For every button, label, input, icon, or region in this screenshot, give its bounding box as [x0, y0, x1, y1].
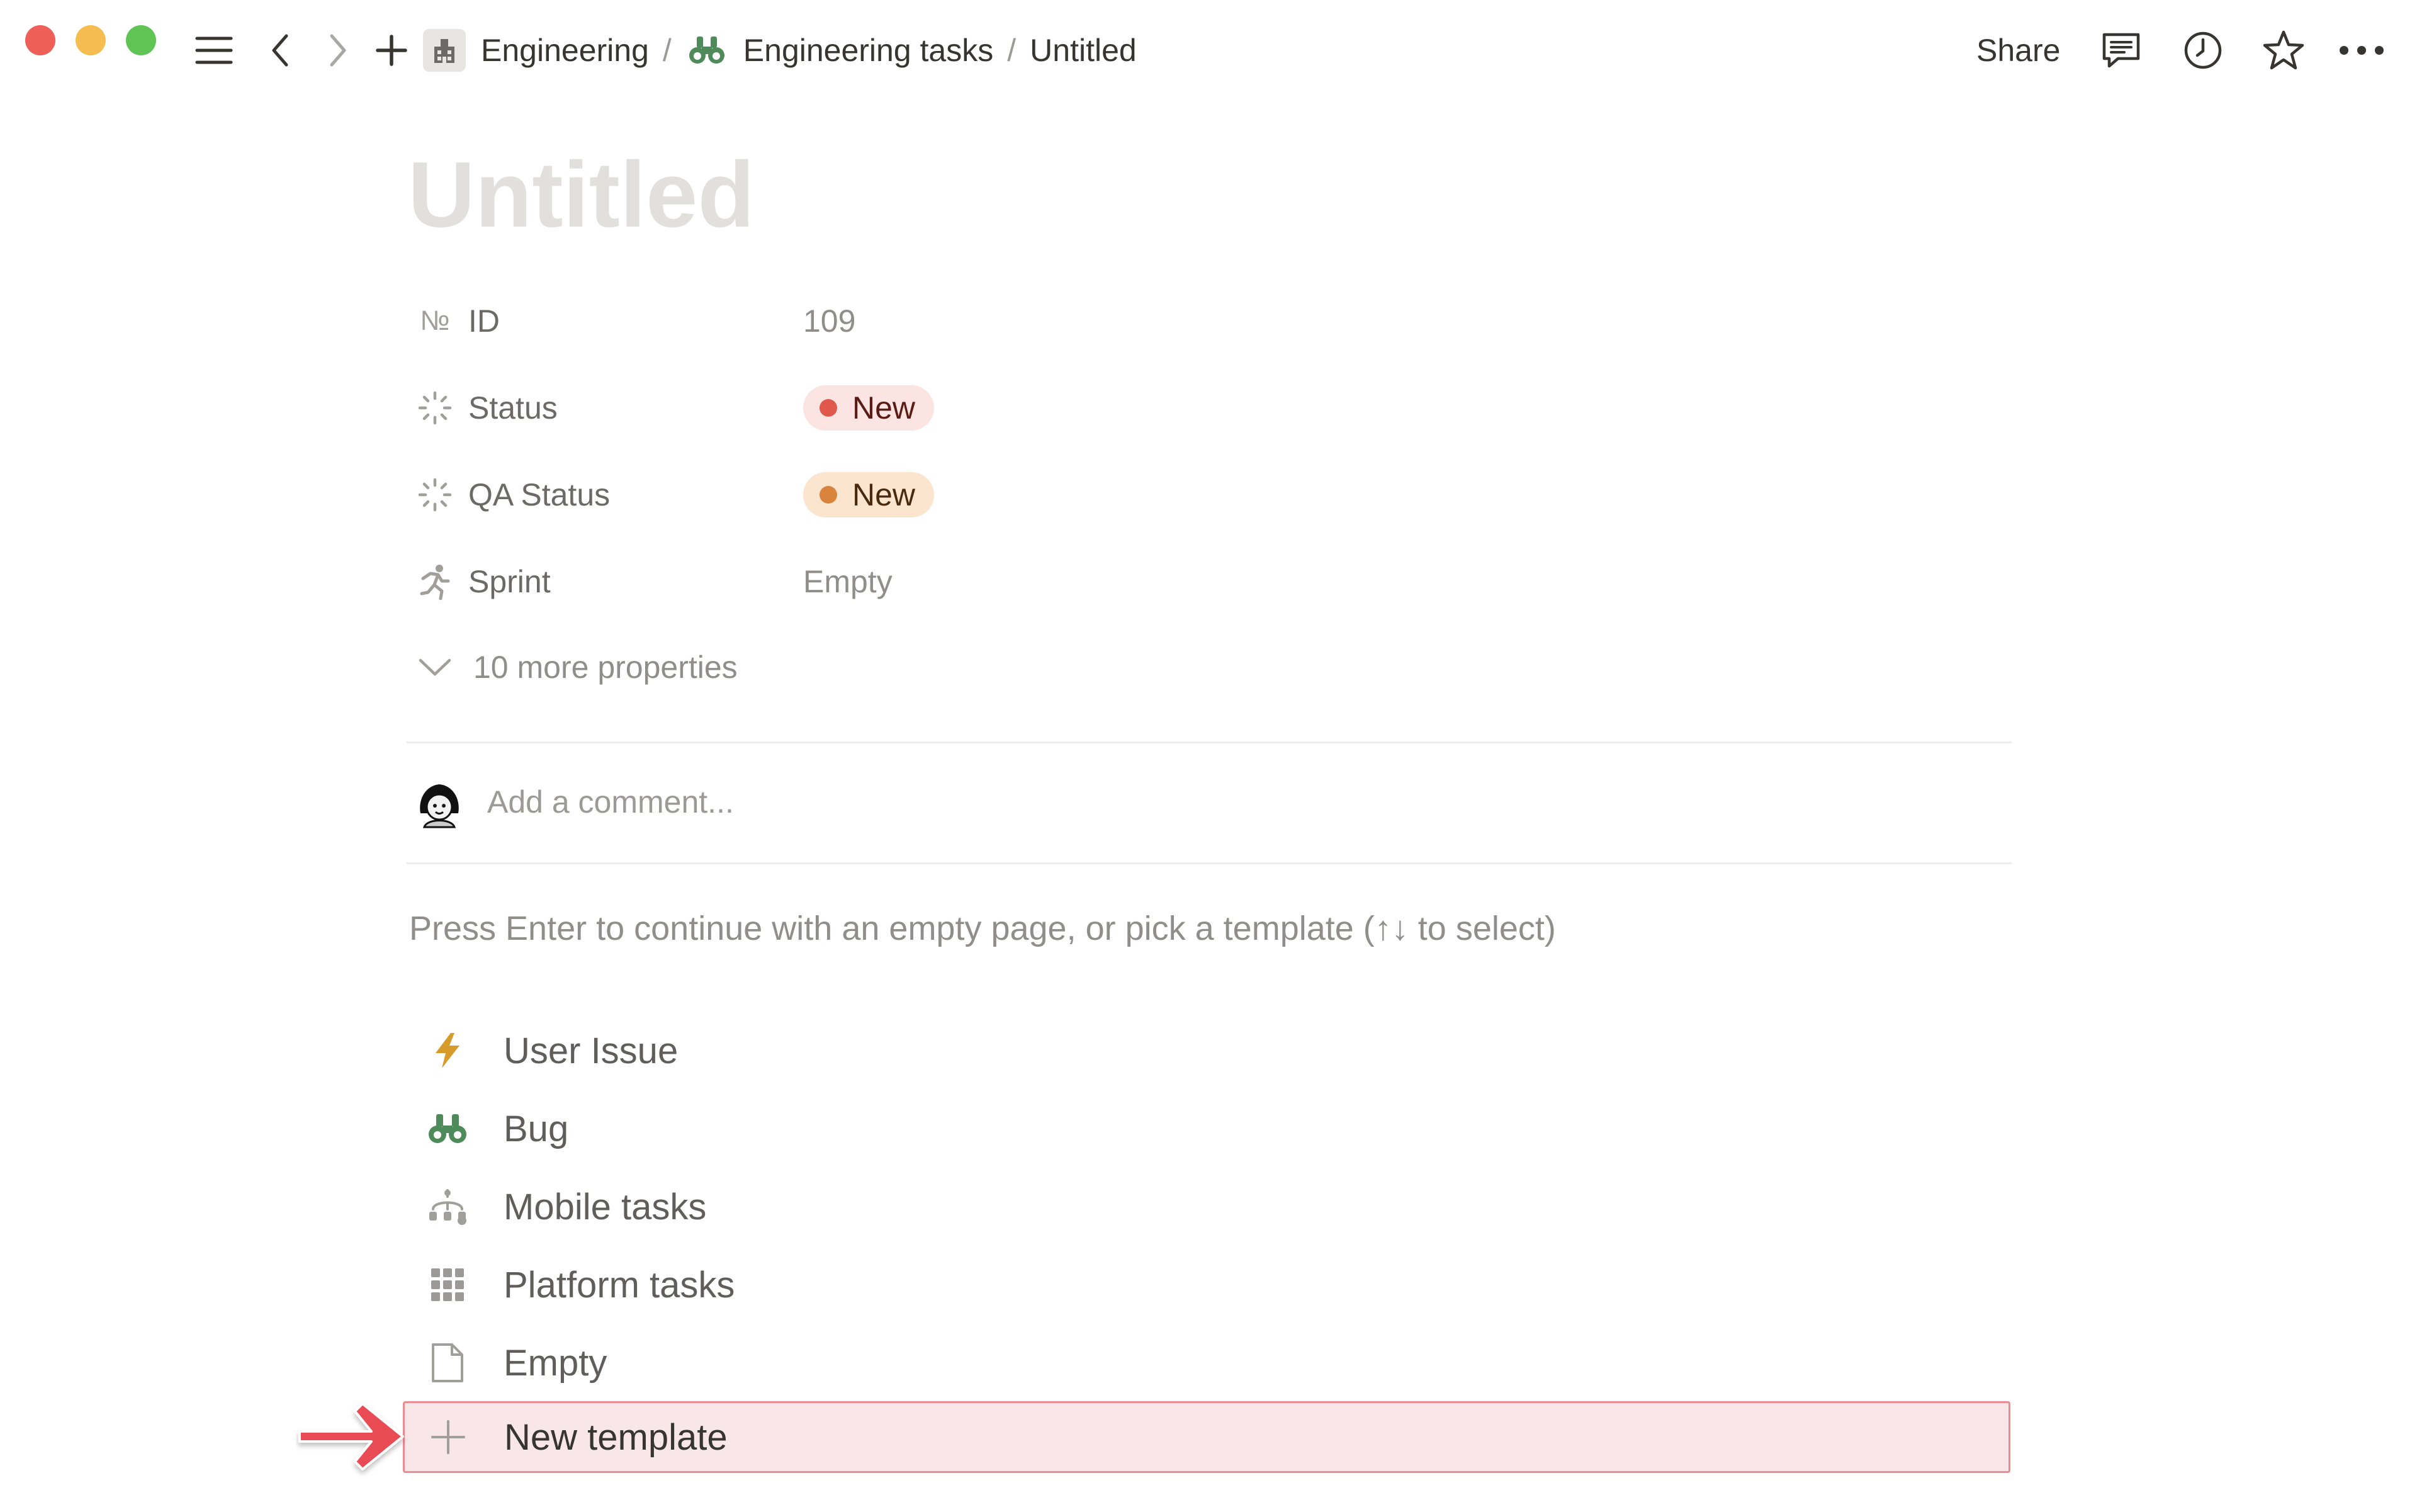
property-key: Sprint — [415, 562, 803, 601]
more-properties-label: 10 more properties — [473, 650, 738, 685]
breadcrumb-label: Untitled — [1030, 33, 1137, 68]
property-key: Status — [415, 388, 803, 427]
status-dot — [820, 486, 837, 504]
status-dot — [820, 399, 837, 417]
template-hint: Press Enter to continue with an empty pa… — [409, 910, 1556, 947]
property-row-qa-status[interactable]: QA Status New — [415, 465, 2027, 525]
breadcrumb-item-current-page[interactable]: Untitled — [1030, 32, 1137, 69]
window-close-button[interactable] — [25, 25, 55, 55]
window-maximize-button[interactable] — [126, 25, 156, 55]
breadcrumb-label: Engineering — [481, 33, 649, 68]
breadcrumb-label: Engineering tasks — [743, 33, 994, 68]
star-icon[interactable] — [2260, 28, 2307, 72]
breadcrumb: Engineering / Engineering tasks / Untitl… — [423, 28, 1137, 73]
plus-icon — [420, 1419, 476, 1455]
annotation-arrow-icon — [296, 1396, 409, 1481]
qa-status-badge[interactable]: New — [803, 472, 935, 517]
template-item-user-issue[interactable]: User Issue — [415, 1016, 2014, 1085]
plus-icon[interactable] — [373, 28, 410, 72]
document-icon — [419, 1342, 476, 1384]
history-clock-icon[interactable] — [2180, 28, 2226, 72]
breadcrumb-item-engineering[interactable]: Engineering — [423, 29, 649, 72]
template-item-mobile-tasks[interactable]: Mobile tasks — [415, 1172, 2014, 1241]
status-badge-label: New — [852, 390, 916, 426]
template-label: Platform tasks — [504, 1264, 735, 1306]
template-label: Mobile tasks — [504, 1186, 707, 1227]
lightning-icon — [419, 1032, 476, 1069]
grid-icon — [419, 1267, 476, 1302]
binoculars-icon — [419, 1112, 476, 1146]
page-title[interactable]: Untitled — [408, 138, 755, 252]
property-row-sprint[interactable]: Sprint Empty — [415, 551, 2027, 612]
template-item-platform-tasks[interactable]: Platform tasks — [415, 1250, 2014, 1319]
hierarchy-icon — [419, 1188, 476, 1226]
qa-status-badge-label: New — [852, 477, 916, 512]
avatar — [410, 773, 468, 831]
runner-icon — [415, 562, 454, 601]
building-icon — [423, 29, 466, 72]
template-item-empty[interactable]: Empty — [415, 1328, 2014, 1397]
property-row-status[interactable]: Status New — [415, 378, 2027, 438]
forward-arrow-icon[interactable] — [322, 28, 354, 72]
breadcrumb-item-engineering-tasks[interactable]: Engineering tasks — [685, 29, 993, 72]
template-label: New template — [504, 1416, 728, 1458]
property-label: ID — [468, 303, 500, 339]
window-minimize-button[interactable] — [76, 25, 106, 55]
template-item-new-template[interactable]: New template — [403, 1401, 2010, 1473]
property-label: Sprint — [468, 564, 551, 599]
status-icon — [415, 388, 454, 427]
template-item-bug[interactable]: Bug — [415, 1094, 2014, 1163]
status-icon — [415, 475, 454, 514]
property-key: QA Status — [415, 475, 803, 514]
comment-icon[interactable] — [2099, 28, 2144, 72]
status-badge[interactable]: New — [803, 385, 935, 431]
more-properties-toggle[interactable]: 10 more properties — [415, 637, 738, 697]
template-label: Empty — [504, 1342, 607, 1384]
breadcrumb-separator: / — [662, 33, 672, 68]
chevron-down-icon — [415, 658, 454, 677]
breadcrumb-separator: / — [1007, 33, 1017, 68]
property-value: 109 — [803, 303, 856, 339]
divider — [407, 742, 2012, 743]
comment-input[interactable] — [487, 784, 1242, 820]
property-label: QA Status — [468, 477, 611, 512]
template-label: Bug — [504, 1108, 569, 1149]
property-key: № ID — [415, 302, 803, 341]
binoculars-icon — [685, 29, 728, 72]
back-arrow-icon[interactable] — [264, 28, 296, 72]
more-dots-icon[interactable] — [2336, 28, 2387, 72]
comment-composer[interactable] — [410, 772, 1242, 832]
divider — [407, 862, 2012, 864]
property-value[interactable]: New — [803, 385, 935, 431]
property-row-id[interactable]: № ID 109 — [415, 291, 2027, 351]
sidebar-menu-icon[interactable] — [189, 28, 239, 72]
property-value[interactable]: Empty — [803, 563, 893, 600]
property-label: Status — [468, 390, 558, 426]
number-icon: № — [420, 305, 450, 336]
template-label: User Issue — [504, 1030, 679, 1071]
property-value[interactable]: New — [803, 472, 935, 517]
top-bar: Engineering / Engineering tasks / Untitl… — [0, 0, 2417, 101]
share-button[interactable]: Share — [1976, 28, 2060, 73]
